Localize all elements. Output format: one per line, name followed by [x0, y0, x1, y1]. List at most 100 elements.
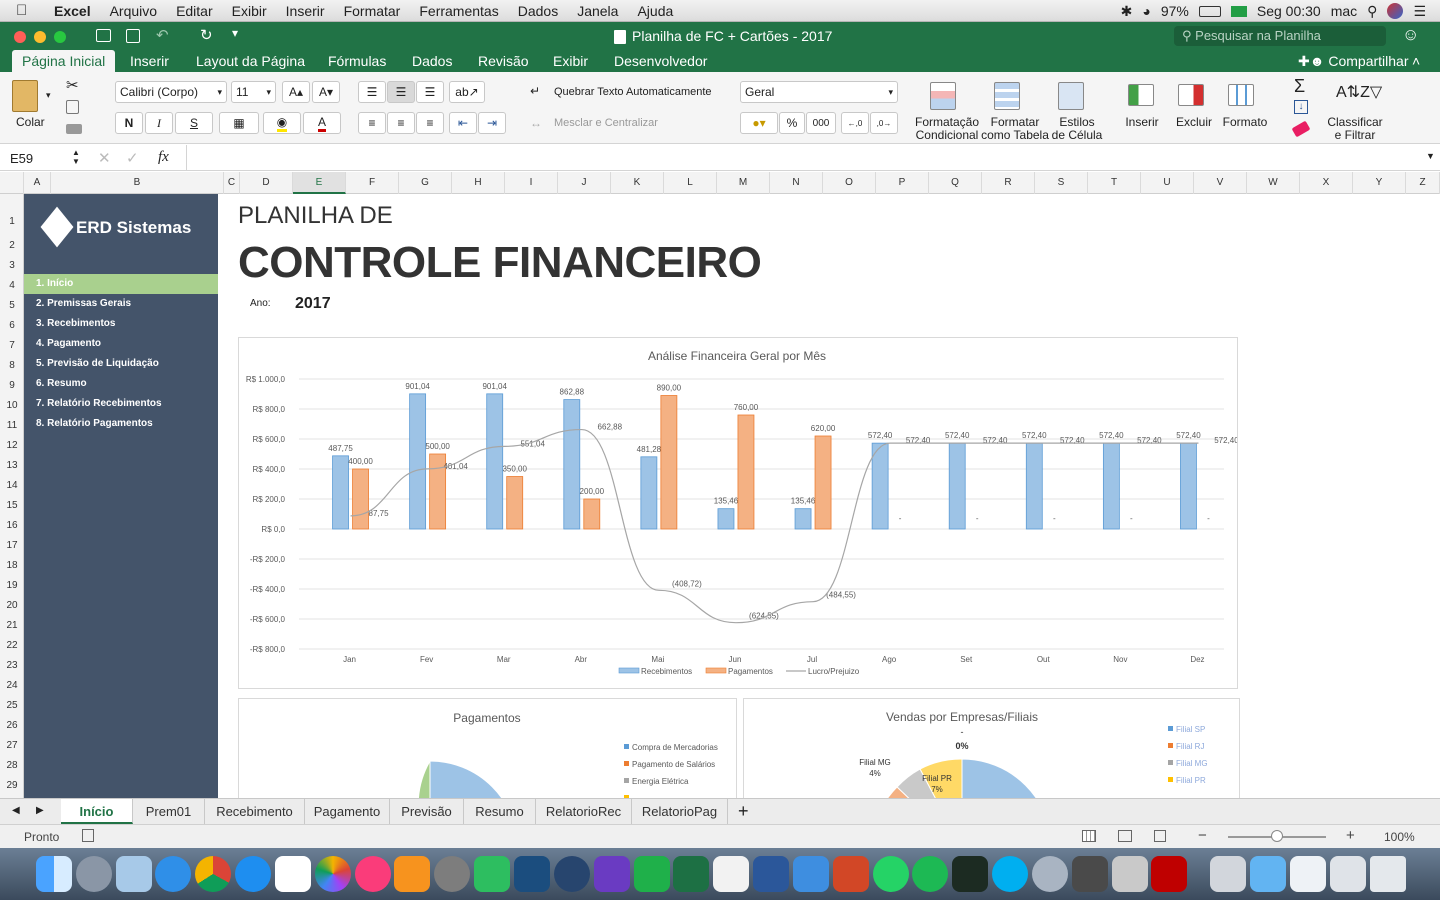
feedback-smiley-icon[interactable]: ☺	[1402, 25, 1419, 45]
column-header-x[interactable]: X	[1300, 172, 1353, 194]
save-icon[interactable]	[126, 29, 140, 43]
name-box[interactable]: E59	[10, 151, 33, 166]
align-top-button[interactable]: ☰	[358, 81, 386, 103]
row-header-26[interactable]: 26	[0, 720, 24, 731]
align-bottom-button[interactable]: ☰	[416, 81, 444, 103]
paste-dropdown-icon[interactable]: ▾	[46, 90, 51, 101]
align-middle-button[interactable]: ☰	[387, 81, 415, 103]
sidebar-item-8[interactable]: 8. Relatório Pagamentos	[24, 414, 218, 434]
menu-item[interactable]: Janela	[577, 3, 618, 19]
tab-pagina-inicial[interactable]: Página Inicial	[12, 50, 116, 72]
row-header-29[interactable]: 29	[0, 780, 24, 791]
row-header-20[interactable]: 20	[0, 600, 24, 611]
menu-item[interactable]: Exibir	[232, 3, 267, 19]
column-header-h[interactable]: H	[452, 172, 505, 194]
row-header-28[interactable]: 28	[0, 760, 24, 771]
clock[interactable]: Seg 00:30	[1257, 3, 1321, 19]
italic-button[interactable]: I	[145, 112, 173, 134]
column-header-w[interactable]: W	[1247, 172, 1300, 194]
bold-button[interactable]: N	[115, 112, 143, 134]
sidebar-item-2[interactable]: 2. Premissas Gerais	[24, 294, 218, 314]
scanner-icon[interactable]	[1210, 856, 1246, 892]
row-header-5[interactable]: 5	[0, 300, 24, 311]
imovie-icon[interactable]	[594, 856, 630, 892]
apple-icon[interactable]: 	[16, 2, 38, 19]
zoom-level[interactable]: 100%	[1384, 830, 1415, 844]
row-header-9[interactable]: 9	[0, 380, 24, 391]
row-header-1[interactable]: 1	[0, 216, 24, 227]
insert-cells-label[interactable]: Inserir	[1120, 116, 1164, 129]
trash-icon[interactable]	[1370, 856, 1406, 892]
row-header-22[interactable]: 22	[0, 640, 24, 651]
launchpad-icon[interactable]	[76, 856, 112, 892]
wrap-text-button[interactable]: Quebrar Texto Automaticamente	[554, 86, 712, 98]
column-header-k[interactable]: K	[611, 172, 664, 194]
user-name[interactable]: mac	[1331, 3, 1357, 19]
row-header-21[interactable]: 21	[0, 620, 24, 631]
row-header-17[interactable]: 17	[0, 540, 24, 551]
textedit-icon[interactable]	[713, 856, 749, 892]
row-header-7[interactable]: 7	[0, 340, 24, 351]
column-header-b[interactable]: B	[51, 172, 224, 194]
column-header-i[interactable]: I	[505, 172, 558, 194]
app-store-icon[interactable]	[235, 856, 271, 892]
menu-item[interactable]: Dados	[518, 3, 558, 19]
sidebar-item-4[interactable]: 4. Pagamento	[24, 334, 218, 354]
word-icon[interactable]	[753, 856, 789, 892]
column-header-j[interactable]: J	[558, 172, 611, 194]
sheet-tab-prem01[interactable]: Prem01	[133, 799, 205, 824]
delete-cells-icon[interactable]	[1178, 84, 1204, 106]
system-preferences-icon[interactable]	[434, 856, 470, 892]
bluetooth-icon[interactable]: ✱	[1121, 3, 1133, 20]
share-button[interactable]: ✚☻ Compartilhar	[1298, 50, 1409, 72]
row-header-16[interactable]: 16	[0, 520, 24, 531]
sheet-tab-inicio[interactable]: Início	[61, 799, 133, 824]
row-header-15[interactable]: 15	[0, 500, 24, 511]
percent-button[interactable]: %	[779, 112, 805, 134]
sheet-tab-recebimento[interactable]: Recebimento	[205, 799, 305, 824]
cut-icon[interactable]: ✂	[66, 76, 79, 94]
powerpoint-icon[interactable]	[833, 856, 869, 892]
tab-dados[interactable]: Dados	[412, 50, 452, 72]
redo-icon[interactable]: ↻	[200, 26, 213, 44]
column-header-c[interactable]: C	[224, 172, 240, 194]
spotlight-icon[interactable]: ⚲	[1367, 3, 1377, 20]
chart-financeira-panel[interactable]: Análise Financeira Geral por Mês R$ 1.000…	[238, 337, 1238, 689]
format-table-icon[interactable]	[994, 82, 1020, 110]
row-header-18[interactable]: 18	[0, 560, 24, 571]
column-header-l[interactable]: L	[664, 172, 717, 194]
sheet-tab-previsao[interactable]: Previsão	[390, 799, 464, 824]
format-painter-icon[interactable]	[66, 124, 82, 134]
minimize-window-button[interactable]	[34, 31, 46, 43]
menu-item[interactable]: Formatar	[344, 3, 401, 19]
notification-center-icon[interactable]: ☰	[1413, 3, 1426, 20]
row-header-13[interactable]: 13	[0, 460, 24, 471]
skype-icon[interactable]	[992, 856, 1028, 892]
itunes-icon[interactable]	[355, 856, 391, 892]
chart-pagamentos-panel[interactable]: Pagamentos Compra de Mercadorias Pagamento…	[238, 698, 737, 798]
utility-icon[interactable]	[1032, 856, 1068, 892]
column-header-o[interactable]: O	[823, 172, 876, 194]
paste-icon[interactable]	[12, 80, 38, 112]
column-header-u[interactable]: U	[1141, 172, 1194, 194]
undo-icon[interactable]: ↶	[156, 26, 169, 44]
column-header-q[interactable]: Q	[929, 172, 982, 194]
chrome-icon[interactable]	[195, 856, 231, 892]
increase-font-button[interactable]: A▴	[282, 81, 310, 103]
menu-item[interactable]: Ajuda	[637, 3, 673, 19]
page-layout-view-icon[interactable]	[1118, 830, 1132, 842]
tab-layout-da-pagina[interactable]: Layout da Página	[196, 50, 305, 72]
zoom-slider-thumb[interactable]	[1271, 830, 1283, 842]
column-header-z[interactable]: Z	[1406, 172, 1440, 194]
accounting-format-button[interactable]: ●▾	[740, 112, 778, 134]
confirm-entry-icon[interactable]: ✓	[126, 149, 139, 167]
decrease-indent-button[interactable]: ⇤	[449, 112, 477, 134]
clear-eraser-icon[interactable]	[1291, 120, 1311, 138]
column-header-t[interactable]: T	[1088, 172, 1141, 194]
font-color-button[interactable]: A	[303, 112, 341, 134]
column-header-v[interactable]: V	[1194, 172, 1247, 194]
column-header-e[interactable]: E	[293, 172, 346, 194]
menu-item[interactable]: Arquivo	[110, 3, 157, 19]
add-sheet-icon[interactable]: +	[738, 801, 749, 822]
next-sheet-icon[interactable]: ▶	[36, 805, 44, 816]
